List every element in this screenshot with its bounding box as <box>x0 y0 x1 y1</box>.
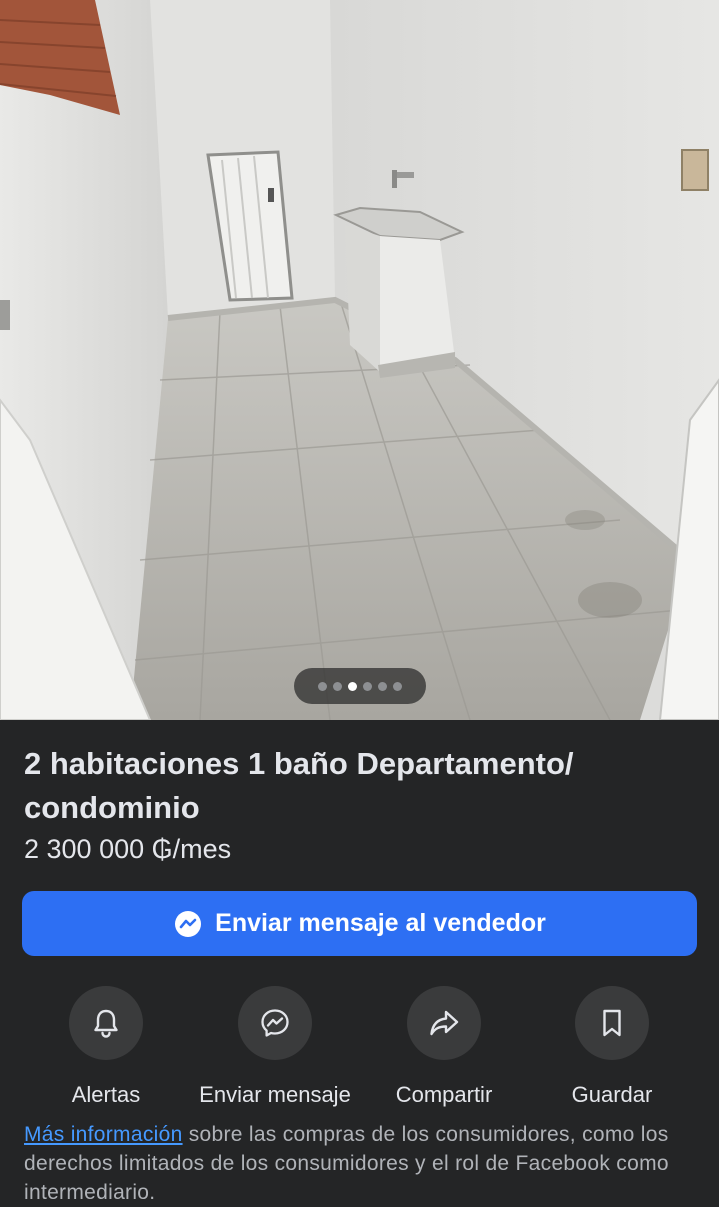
send-message-label: Enviar mensaje <box>199 1082 351 1107</box>
alerts-label: Alertas <box>71 1082 141 1107</box>
share-icon <box>430 1010 459 1036</box>
action-bar: Alertas Enviar mensaje Compartir Guardar <box>0 986 719 1107</box>
carousel-dot-active[interactable] <box>348 681 357 691</box>
listing-title: 2 habitaciones 1 baño Departamento/ cond… <box>24 746 574 825</box>
carousel-dot[interactable] <box>393 681 402 691</box>
send-message-to-seller-button[interactable]: Enviar mensaje al vendedor <box>22 891 697 956</box>
carousel-dot[interactable] <box>363 681 372 691</box>
more-info-link[interactable]: Más información <box>24 1123 183 1146</box>
send-message-button[interactable]: Enviar mensaje <box>185 986 365 1108</box>
save-button[interactable]: Guardar <box>522 986 702 1108</box>
alerts-circle[interactable] <box>69 986 143 1060</box>
consumer-info-text: Más información sobre las compras de los… <box>24 1120 704 1207</box>
bell-icon <box>94 1009 118 1038</box>
room-photo-image <box>0 0 719 720</box>
share-label: Compartir <box>395 1082 493 1107</box>
listing-price: 2 300 000 ₲/mes <box>24 834 232 864</box>
listing-photo[interactable] <box>0 0 719 720</box>
share-button[interactable]: Compartir <box>354 986 534 1108</box>
messenger-icon <box>175 910 202 937</box>
carousel-dot[interactable] <box>318 681 327 691</box>
save-label: Guardar <box>571 1082 653 1107</box>
messenger-icon <box>261 1009 289 1037</box>
carousel-dot[interactable] <box>378 681 387 691</box>
save-circle[interactable] <box>575 986 649 1060</box>
carousel-dot[interactable] <box>333 681 342 691</box>
carousel-indicator[interactable] <box>294 668 426 704</box>
send-message-to-seller-label: Enviar mensaje al vendedor <box>215 909 546 937</box>
send-message-circle[interactable] <box>238 986 312 1060</box>
alerts-button[interactable]: Alertas <box>16 986 196 1108</box>
share-circle[interactable] <box>407 986 481 1060</box>
bookmark-icon <box>603 1009 621 1037</box>
